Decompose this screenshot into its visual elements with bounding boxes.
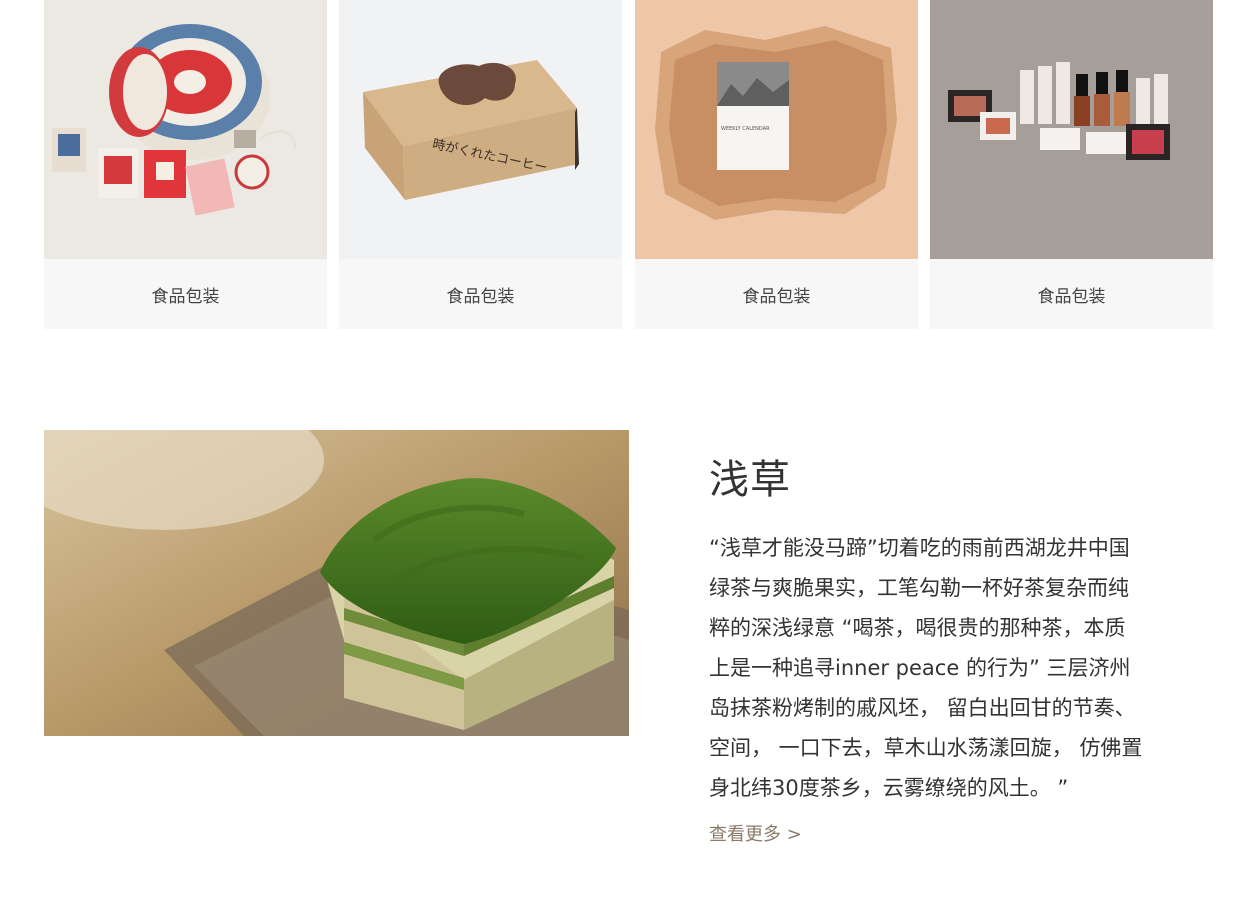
- matcha-cake-image: [44, 430, 629, 736]
- feature-title: 浅草: [709, 457, 791, 503]
- product-card[interactable]: 時がくれたコーヒー 食品包装: [339, 0, 622, 329]
- product-caption[interactable]: 食品包装: [635, 259, 918, 329]
- product-card[interactable]: 食品包装: [44, 0, 327, 329]
- product-image-zodiac-tea-tin[interactable]: [44, 0, 327, 259]
- product-caption[interactable]: 食品包装: [44, 259, 327, 329]
- product-image-cosmetics-set[interactable]: [930, 0, 1213, 259]
- product-caption[interactable]: 食品包装: [930, 259, 1213, 329]
- feature-description: “浅草才能没马蹄”切着吃的雨前西湖龙井中国绿茶与爽脆果实，工笔勾勒一杯好茶复杂而…: [709, 536, 1143, 800]
- product-image-weekly-calendar[interactable]: WEEKLY CALENDAR: [635, 0, 918, 259]
- svg-text:WEEKLY CALENDAR: WEEKLY CALENDAR: [721, 126, 770, 132]
- product-card[interactable]: WEEKLY CALENDAR 食品包装: [635, 0, 918, 329]
- product-caption[interactable]: 食品包装: [339, 259, 622, 329]
- product-grid: 食品包装 時がくれたコーヒー 食品包装 WEEKLY CALENDAR 食品包装…: [44, 0, 1214, 329]
- product-card[interactable]: 食品包装: [930, 0, 1213, 329]
- feature-text-block: 浅草 “浅草才能没马蹄”切着吃的雨前西湖龙井中国绿茶与爽脆果实，工笔勾勒一杯好茶…: [709, 452, 1149, 846]
- product-image-kraft-coffee-box[interactable]: 時がくれたコーヒー: [339, 0, 622, 259]
- read-more-link[interactable]: 查看更多 >: [709, 820, 802, 846]
